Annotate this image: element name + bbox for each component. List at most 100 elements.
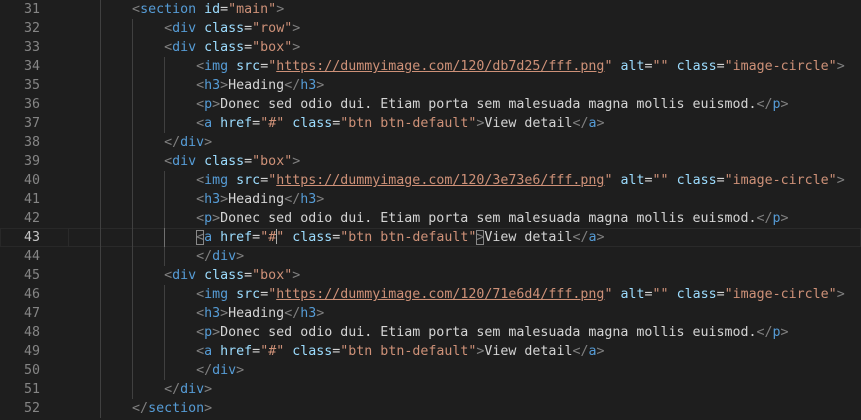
code-line[interactable]: 38 </div> [0, 133, 861, 152]
line-number: 34 [23, 59, 40, 74]
indent-guide [100, 38, 102, 57]
code-text[interactable]: <p>Donec sed odio dui. Etiam porta sem m… [196, 95, 788, 114]
code-text[interactable]: <h3>Heading</h3> [196, 190, 324, 209]
code-line[interactable]: 48 <p>Donec sed odio dui. Etiam porta sem… [0, 323, 861, 342]
code-line[interactable]: 45 <div class="box"> [0, 266, 861, 285]
code-token: = [252, 116, 261, 131]
indent-guide [100, 171, 102, 190]
code-text[interactable]: <a href="#" class="btn btn-default">View… [196, 342, 604, 361]
code-line[interactable]: 46 <img src="https://dummyimage.com/120/7… [0, 285, 861, 304]
code-line[interactable]: 44 </div> [0, 247, 861, 266]
code-token: "btn btn-default" [340, 116, 477, 131]
code-text[interactable]: <div class="box"> [164, 266, 300, 285]
code-token: p [204, 97, 213, 112]
code-token: > [836, 59, 845, 74]
code-line[interactable]: 40 <img src="https://dummyimage.com/120/3… [0, 171, 861, 190]
line-number: 46 [23, 287, 40, 302]
indent-guide [132, 114, 134, 133]
code-editor[interactable]: 31 <section id="main"> 32 <div class="row">… [0, 0, 861, 420]
indent-guide [132, 19, 134, 38]
code-token: "row" [252, 21, 293, 36]
code-token: section [140, 2, 197, 17]
code-text[interactable]: <h3>Heading</h3> [196, 76, 324, 95]
code-token: > [292, 268, 301, 283]
indent-guide [132, 209, 134, 228]
code-text[interactable]: </div> [196, 361, 244, 380]
indent-guide [100, 361, 102, 380]
code-line[interactable]: 37 <a href="#" class="btn btn-default">Vi… [0, 114, 861, 133]
line-number: 44 [23, 249, 40, 264]
code-text[interactable]: <div class="row"> [164, 19, 300, 38]
line-number: 42 [23, 211, 40, 226]
code-token: = [260, 59, 269, 74]
code-line[interactable]: 51 </div> [0, 380, 861, 399]
code-text[interactable]: <p>Donec sed odio dui. Etiam porta sem m… [196, 323, 788, 342]
code-text[interactable]: </section> [132, 399, 212, 418]
code-token: < [196, 116, 205, 131]
code-token: Donec sed odio dui. Etiam porta sem male… [220, 97, 757, 112]
code-token: div [180, 382, 205, 397]
code-token: alt [620, 287, 645, 302]
indent-guide [100, 380, 102, 399]
code-line[interactable]: 32 <div class="row"> [0, 19, 861, 38]
indent-guide [132, 228, 134, 247]
indent-guide [100, 323, 102, 342]
code-token: = [244, 268, 253, 283]
code-line[interactable]: 31 <section id="main"> [0, 0, 861, 19]
code-token: Heading [228, 192, 285, 207]
code-token: class [676, 287, 717, 302]
code-token: "btn btn-default" [340, 344, 477, 359]
code-token: Donec sed odio dui. Etiam porta sem male… [220, 325, 757, 340]
code-token: class [676, 173, 717, 188]
code-text[interactable]: <a href="#" class="btn btn-default">View… [196, 228, 605, 247]
code-token: class [204, 40, 245, 55]
code-text[interactable]: <div class="box"> [164, 152, 300, 171]
code-line[interactable]: 50 </div> [0, 361, 861, 380]
code-token: < [196, 344, 205, 359]
code-text[interactable]: </div> [196, 247, 244, 266]
code-token: View detail [484, 230, 573, 245]
code-line[interactable]: 35 <h3>Heading</h3> [0, 76, 861, 95]
code-token: Heading [228, 78, 285, 93]
code-text[interactable]: <h3>Heading</h3> [196, 304, 324, 323]
indent-guide [100, 247, 102, 266]
line-number: 45 [23, 268, 40, 283]
code-line[interactable]: 33 <div class="box"> [0, 38, 861, 57]
code-line[interactable]: 47 <h3>Heading</h3> [0, 304, 861, 323]
code-text[interactable]: </div> [164, 380, 212, 399]
code-line[interactable]: 52 </section> [0, 399, 861, 418]
line-number: 39 [23, 154, 40, 169]
code-line[interactable]: 42 <p>Donec sed odio dui. Etiam porta sem… [0, 209, 861, 228]
code-token: h3 [300, 306, 317, 321]
code-token: < [164, 21, 173, 36]
code-text[interactable]: <section id="main"> [132, 0, 284, 19]
code-line[interactable]: 49 <a href="#" class="btn btn-default">Vi… [0, 342, 861, 361]
code-token: = [716, 59, 725, 74]
code-text[interactable]: <p>Donec sed odio dui. Etiam porta sem m… [196, 209, 788, 228]
code-line[interactable]: 36 <p>Donec sed odio dui. Etiam porta sem… [0, 95, 861, 114]
code-text[interactable]: <div class="box"> [164, 38, 300, 57]
code-token: class [292, 344, 333, 359]
code-token: "box" [252, 154, 293, 169]
code-token: < [196, 211, 205, 226]
code-token: a [204, 116, 213, 131]
code-token: > [316, 78, 325, 93]
line-number: 49 [23, 344, 40, 359]
code-token: > [204, 135, 213, 150]
code-line[interactable]: 43 <a href="#" class="btn btn-default">Vi… [0, 228, 861, 247]
code-line[interactable]: 39 <div class="box"> [0, 152, 861, 171]
code-text[interactable]: <img src="https://dummyimage.com/120/3e7… [196, 171, 845, 190]
code-line[interactable]: 41 <h3>Heading</h3> [0, 190, 861, 209]
code-token: </ [284, 306, 301, 321]
code-token: class [204, 154, 245, 169]
code-text[interactable]: <img src="https://dummyimage.com/120/71e… [196, 285, 845, 304]
code-line[interactable]: 34 <img src="https://dummyimage.com/120/d… [0, 57, 861, 76]
code-text[interactable]: <a href="#" class="btn btn-default">View… [196, 114, 604, 133]
code-text[interactable]: <img src="https://dummyimage.com/120/db7… [196, 57, 845, 76]
code-text[interactable]: </div> [164, 133, 212, 152]
indent-guide [100, 76, 102, 95]
